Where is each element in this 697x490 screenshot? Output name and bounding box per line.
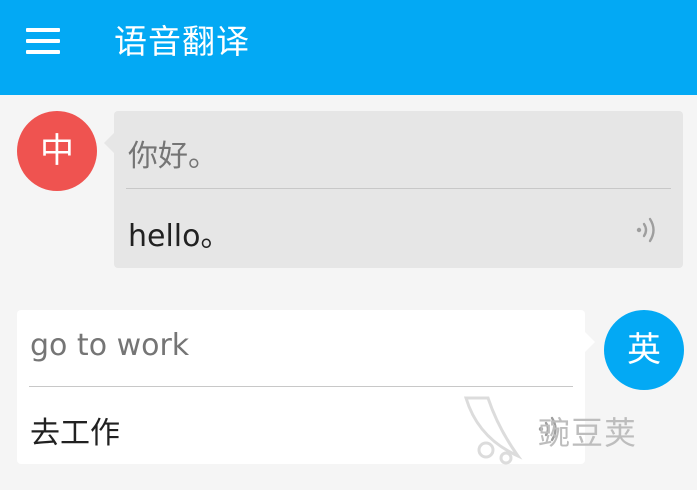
hamburger-menu-icon-bar xyxy=(26,50,60,54)
watermark-text: 豌豆荚 xyxy=(538,414,638,452)
hamburger-menu-icon-bar xyxy=(26,39,60,43)
message-bubble-chinese[interactable]: 你好。 hello。 xyxy=(104,111,683,268)
chinese-speaker-badge: 中 xyxy=(17,111,97,191)
hamburger-menu-icon xyxy=(26,28,60,32)
page-title: 语音翻译 xyxy=(114,22,250,61)
bubble-divider xyxy=(126,188,671,189)
translated-text: 去工作 xyxy=(30,416,120,451)
source-text: go to work xyxy=(30,328,190,363)
source-text: 你好。 xyxy=(128,139,218,174)
app-bar: 语音翻译 xyxy=(0,0,697,95)
speaker-wave-icon[interactable] xyxy=(633,215,661,245)
translated-text: hello。 xyxy=(128,219,231,254)
menu-button[interactable] xyxy=(26,24,70,58)
